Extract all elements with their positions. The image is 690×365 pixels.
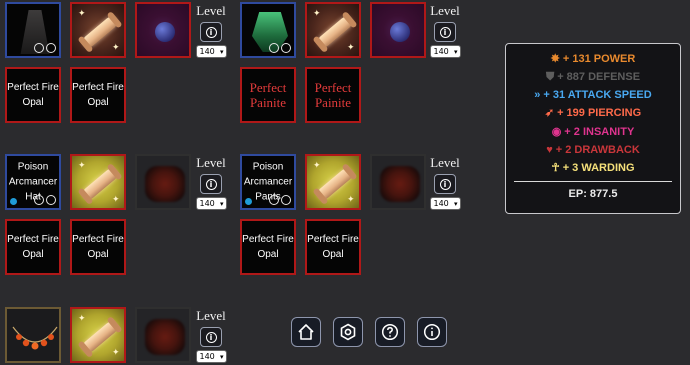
gem-sockets [34, 43, 56, 53]
gem-label: Perfect Fire Opal [307, 234, 359, 260]
piercing-icon: ➶ [544, 107, 555, 119]
level-control: Level i 140 ▾ [194, 4, 228, 58]
gem-label: Perfect Fire Opal [7, 234, 59, 260]
broken-heart-icon: ♥ [546, 144, 553, 156]
level-label: Level [196, 3, 226, 18]
home-button[interactable] [291, 317, 321, 347]
level-info-button[interactable]: i [200, 327, 222, 347]
home-icon [298, 324, 314, 340]
level-select[interactable]: 140 ▾ [195, 350, 227, 363]
rarity-dot [245, 198, 252, 205]
stat-insanity: ◉ + 2 INSANITY [551, 126, 635, 138]
gem-slot[interactable]: Perfect Fire Opal [305, 219, 361, 275]
stat-attack-speed: » + 31 ATTACK SPEED [534, 89, 652, 101]
help-icon [381, 323, 399, 341]
orb-icon [155, 22, 175, 42]
level-info-button[interactable]: i [200, 174, 222, 194]
gem-slot[interactable]: Perfect Fire Opal [240, 219, 296, 275]
ember-slot[interactable] [135, 307, 191, 363]
ep-value: EP: 877.5 [568, 188, 618, 200]
settings-icon [340, 323, 356, 341]
ember-icon [145, 319, 185, 355]
level-label: Level [430, 155, 460, 170]
gem-slot[interactable]: Perfect Painite [240, 67, 296, 123]
level-select[interactable]: 140 ▾ [429, 197, 461, 210]
level-info-button[interactable]: i [434, 22, 456, 42]
necklace-icon [12, 326, 58, 350]
help-button[interactable] [375, 317, 405, 347]
stat-warding: ☥ + 3 WARDING [551, 162, 635, 174]
level-control: Level i 140 ▾ [194, 156, 228, 210]
power-icon: ✸ [550, 53, 560, 65]
level-select[interactable]: 140 ▾ [195, 45, 227, 58]
ember-icon [145, 166, 185, 202]
scroll-slot[interactable]: ✦ ✦ [70, 154, 126, 210]
scroll-slot[interactable]: ✦ ✦ [70, 307, 126, 363]
level-select[interactable]: 140 ▾ [429, 45, 461, 58]
equipment-slot-armor[interactable] [240, 2, 296, 58]
level-info-button[interactable]: i [434, 174, 456, 194]
gem-label: Perfect Fire Opal [242, 234, 294, 260]
gem-label: Perfect Painite [249, 80, 287, 110]
stats-panel: ✸ + 131 POWER ⛊ + 887 DEFENSE » + 31 ATTACK… [505, 43, 681, 214]
ember-slot[interactable] [370, 154, 426, 210]
scroll-slot[interactable]: ✦ ✦ [305, 2, 361, 58]
eye-icon: ◉ [551, 126, 562, 138]
stat-defense: ⛊ + 887 DEFENSE [545, 71, 641, 83]
stat-piercing: ➶ + 199 PIERCING [544, 107, 642, 119]
info-button[interactable] [417, 317, 447, 347]
orb-icon [390, 22, 410, 42]
gem-label: Perfect Fire Opal [72, 234, 124, 260]
rarity-dot [10, 198, 17, 205]
orb-slot[interactable] [370, 2, 426, 58]
gem-sockets [34, 195, 56, 205]
level-control: Level i 140 ▾ [428, 156, 462, 210]
orb-slot[interactable] [135, 2, 191, 58]
ember-slot[interactable] [135, 154, 191, 210]
speed-icon: » [534, 89, 541, 101]
equipment-slot-hat[interactable]: Poison Arcmancer Hat [5, 154, 61, 210]
scroll-slot[interactable]: ✦ ✦ [305, 154, 361, 210]
level-label: Level [430, 3, 460, 18]
shield-icon: ⛊ [545, 71, 555, 83]
stat-drawback: ♥ + 2 DRAWBACK [546, 144, 640, 156]
stat-power: ✸ + 131 POWER [550, 53, 636, 65]
info-icon [423, 323, 441, 341]
stats-divider [514, 181, 672, 182]
gem-slot[interactable]: Perfect Fire Opal [70, 219, 126, 275]
scroll-slot[interactable]: ✦ ✦ [70, 2, 126, 58]
gem-sockets [269, 43, 291, 53]
level-select[interactable]: 140 ▾ [195, 197, 227, 210]
gem-slot[interactable]: Perfect Fire Opal [5, 67, 61, 123]
equipment-slot-cloak[interactable] [5, 2, 61, 58]
equipment-slot-necklace[interactable] [5, 307, 61, 363]
gem-label: Perfect Fire Opal [72, 82, 124, 108]
gem-slot[interactable]: Perfect Fire Opal [70, 67, 126, 123]
settings-button[interactable] [333, 317, 363, 347]
equipment-slot-pants[interactable]: Poison Arcmancer Pants [240, 154, 296, 210]
level-label: Level [196, 155, 226, 170]
level-info-button[interactable]: i [200, 22, 222, 42]
level-control: Level i 140 ▾ [194, 309, 228, 363]
ankh-icon: ☥ [551, 162, 560, 174]
gem-slot[interactable]: Perfect Fire Opal [5, 219, 61, 275]
level-control: Level i 140 ▾ [428, 4, 462, 58]
gem-label: Perfect Painite [314, 80, 352, 110]
gem-label: Perfect Fire Opal [7, 82, 59, 108]
level-label: Level [196, 308, 226, 323]
ember-icon [380, 166, 420, 202]
gem-sockets [269, 195, 291, 205]
gem-slot[interactable]: Perfect Painite [305, 67, 361, 123]
